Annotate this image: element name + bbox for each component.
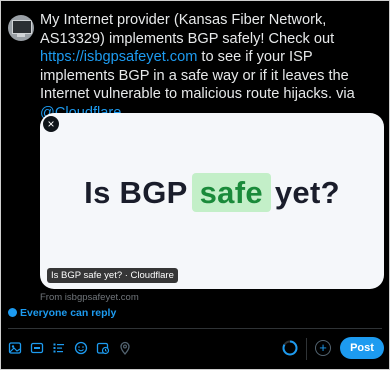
link-preview-card[interactable]: × Is BGP safe yet? Is BGP safe yet? · Clou… <box>40 113 384 289</box>
headline-part2: yet? <box>274 175 340 210</box>
tweet-text-part1: My Internet provider (Kansas Fiber Netwo… <box>40 12 335 47</box>
add-post-button[interactable]: + <box>315 340 331 356</box>
card-caption: Is BGP safe yet? · Cloudflare <box>47 268 178 283</box>
card-source[interactable]: From isbgpsafeyet.com <box>40 292 139 303</box>
poll-icon[interactable] <box>51 340 66 355</box>
reply-setting[interactable]: Everyone can reply <box>8 307 116 319</box>
emoji-icon[interactable] <box>73 340 88 355</box>
headline-highlight: safe <box>191 173 271 212</box>
gif-icon[interactable] <box>29 340 44 355</box>
character-counter-icon <box>282 340 298 356</box>
card-headline: Is BGP safe yet? <box>40 173 384 212</box>
avatar-stand <box>17 34 25 37</box>
close-icon[interactable]: × <box>43 116 59 132</box>
schedule-icon[interactable] <box>95 340 110 355</box>
avatar[interactable] <box>8 15 34 41</box>
divider <box>8 328 382 329</box>
post-button[interactable]: Post <box>340 337 384 359</box>
compose-toolbar <box>7 340 132 356</box>
headline-part1: Is BGP <box>84 175 188 210</box>
tweet-text[interactable]: My Internet provider (Kansas Fiber Netwo… <box>40 11 380 122</box>
toolbar-separator <box>306 338 307 360</box>
location-icon[interactable] <box>117 340 132 355</box>
image-icon[interactable] <box>7 340 22 355</box>
avatar-screen <box>12 20 32 34</box>
globe-icon <box>8 308 17 317</box>
reply-setting-label: Everyone can reply <box>20 307 117 319</box>
tweet-link[interactable]: https://isbgpsafeyet.com <box>40 49 197 65</box>
